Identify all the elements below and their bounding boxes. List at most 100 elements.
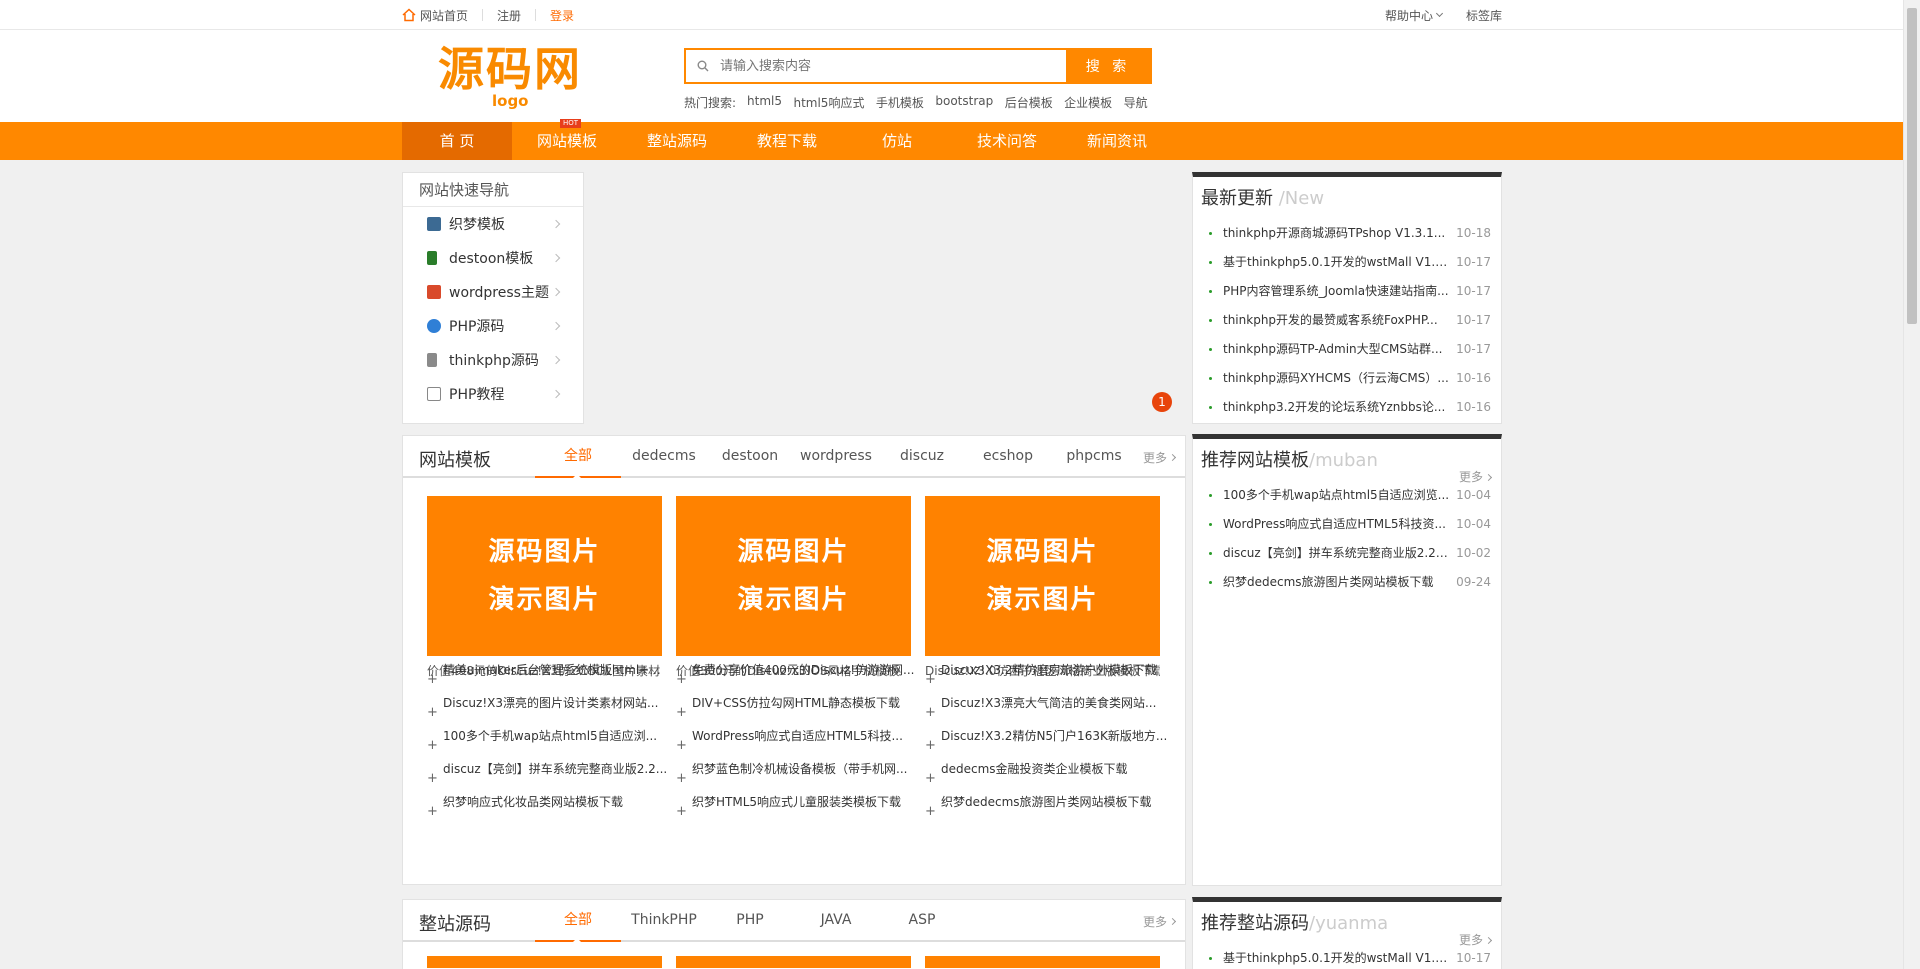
tags-link[interactable]: 标签库 xyxy=(1466,7,1502,24)
list-item[interactable]: 免费分享价值400元的Discuz!仿游游网... xyxy=(676,663,915,677)
tab-discuz[interactable]: discuz xyxy=(879,436,965,478)
hot-search-link[interactable]: 导航 xyxy=(1124,94,1148,111)
list-item[interactable]: 基于thinkphp5.0.1开发的wstMall V1.7.... 10-17 xyxy=(1193,944,1501,969)
slider-page-badge[interactable]: 1 xyxy=(1152,392,1172,412)
tab-asp[interactable]: ASP xyxy=(879,900,965,942)
nav-item-home[interactable]: 首 页 xyxy=(402,122,512,160)
template-image: 源码图片 演示图片 xyxy=(925,496,1160,656)
tab-php[interactable]: PHP xyxy=(707,900,793,942)
list-item[interactable]: thinkphp源码XYHCMS（行云海CMS）... 10-16 xyxy=(1193,364,1501,393)
quick-nav-item[interactable]: destoon模板 xyxy=(403,241,583,275)
tab-dedecms[interactable]: dedecms xyxy=(621,436,707,478)
list-item[interactable]: 织梦响应式化妆品类网站模板下载 xyxy=(427,795,623,809)
hot-search-link[interactable]: bootstrap xyxy=(935,94,993,111)
list-item[interactable]: 织梦dedecms旅游图片类网站模板下载 xyxy=(925,795,1152,809)
help-center-menu[interactable]: 帮助中心 xyxy=(1385,7,1444,24)
thumb-text-line1: 源码图片 xyxy=(488,537,601,567)
item-date: 10-18 xyxy=(1456,226,1491,240)
tab-destoon[interactable]: destoon xyxy=(707,436,793,478)
source-image[interactable] xyxy=(925,956,1160,968)
item-title: 100多个手机wap站点html5自适应浏览... xyxy=(1223,488,1450,502)
quick-nav-item[interactable]: wordpress主题 xyxy=(403,275,583,309)
list-item[interactable]: PHP内容管理系统_Joomla快速建站指南... 10-17 xyxy=(1193,277,1501,306)
tab-ecshop[interactable]: ecshop xyxy=(965,436,1051,478)
nav-item-news[interactable]: 新闻资讯 xyxy=(1062,122,1172,160)
hot-search-link[interactable]: 手机模板 xyxy=(876,94,924,111)
nav-item-label: 网站模板 xyxy=(536,132,597,150)
quick-nav-item[interactable]: thinkphp源码 xyxy=(403,343,583,377)
nav-item-source[interactable]: 整站源码 xyxy=(622,122,732,160)
scrollbar-thumb[interactable] xyxy=(1907,8,1917,324)
nav-item-qa[interactable]: 技术问答 xyxy=(952,122,1062,160)
list-item[interactable]: 织梦dedecms旅游图片类网站模板下载 09-24 xyxy=(1193,568,1501,597)
hot-search-label: 热门搜索: xyxy=(684,96,737,110)
list-item[interactable]: 织梦蓝色制冷机械设备模板（带手机网... xyxy=(676,762,907,776)
hot-search-link[interactable]: html5 xyxy=(747,94,782,111)
hot-search-link[interactable]: 后台模板 xyxy=(1005,94,1053,111)
recommended-templates-panel: 推荐网站模板/muban 更多 100多个手机wap站点html5自适应浏览..… xyxy=(1192,434,1502,886)
more-label: 更多 xyxy=(1142,915,1167,929)
home-icon xyxy=(402,8,416,22)
list-item[interactable]: 100多个手机wap站点html5自适应浏览... 10-04 xyxy=(1193,481,1501,510)
nav-item-clone[interactable]: 仿站 xyxy=(842,122,952,160)
list-item[interactable]: thinkphp3.2开发的论坛系统Yznbbs论... 10-16 xyxy=(1193,393,1501,422)
nav-item-templates[interactable]: 网站模板 HOT xyxy=(512,119,622,160)
search-input[interactable] xyxy=(720,50,1066,82)
quick-nav-label: destoon模板 xyxy=(449,251,534,267)
list-item[interactable]: 100多个手机wap站点html5自适应浏... xyxy=(427,729,657,743)
template-list: 精美uimaker后台管理系统模版html+... Discuz!X3漂亮的图片… xyxy=(427,654,667,819)
panel-title-text: 最新更新 xyxy=(1201,188,1273,209)
nav-item-tutorials[interactable]: 教程下载 xyxy=(732,122,842,160)
list-item[interactable]: discuz【亮剑】拼车系统完整商业版2.2.... 10-02 xyxy=(1193,539,1501,568)
source-image[interactable] xyxy=(676,956,911,968)
quick-nav-item[interactable]: 织梦模板 xyxy=(403,207,583,241)
site-logo[interactable]: 源码网 logo xyxy=(438,42,588,112)
tab-thinkphp[interactable]: ThinkPHP xyxy=(621,900,707,942)
list-item[interactable]: Discuz!X3.2精仿N5门户163K新版地方... xyxy=(925,729,1167,743)
item-title: discuz【亮剑】拼车系统完整商业版2.2.... xyxy=(1223,546,1451,560)
item-date: 10-04 xyxy=(1456,488,1491,502)
thumb-text-line2: 演示图片 xyxy=(488,585,601,615)
more-link[interactable]: 更多 xyxy=(1142,913,1177,930)
list-item[interactable]: 基于thinkphp5.0.1开发的wstMall V1.7.... 10-17 xyxy=(1193,248,1501,277)
item-date: 10-17 xyxy=(1456,342,1491,356)
list-item[interactable]: discuz【亮剑】拼车系统完整商业版2.2... xyxy=(427,762,667,776)
list-item[interactable]: 精美uimaker后台管理系统模版html+... xyxy=(427,663,661,677)
list-item[interactable]: Discuz!X3漂亮大气简洁的美食类网站... xyxy=(925,696,1156,710)
list-item[interactable]: thinkphp源码TP-Admin大型CMS站群... 10-17 xyxy=(1193,335,1501,364)
source-image[interactable] xyxy=(427,956,662,968)
tab-wordpress[interactable]: wordpress xyxy=(793,436,879,478)
quick-nav-item[interactable]: PHP源码 xyxy=(403,309,583,343)
monitor-icon xyxy=(427,217,441,231)
tab-java[interactable]: JAVA xyxy=(793,900,879,942)
chevron-right-icon xyxy=(551,355,561,365)
list-item[interactable]: WordPress响应式自适应HTML5科技资... 10-04 xyxy=(1193,510,1501,539)
thumb-text-line1: 源码图片 xyxy=(737,537,850,567)
brush-icon xyxy=(427,353,437,367)
template-card[interactable]: 源码图片 演示图片 价值300元的Discuz!X3IOS风格手机模板 xyxy=(676,496,911,679)
register-link[interactable]: 注册 xyxy=(497,7,521,24)
list-item[interactable]: Discuz!X3漂亮的图片设计类素材网站... xyxy=(427,696,658,710)
template-card[interactable]: 源码图片 演示图片 Discuz!X3.0仿西子社区风格商业版模板下载 xyxy=(925,496,1160,679)
tab-phpcms[interactable]: phpcms xyxy=(1051,436,1137,478)
tab-all[interactable]: 全部 xyxy=(535,900,621,942)
hot-search-link[interactable]: 企业模板 xyxy=(1064,94,1112,111)
search-button[interactable]: 搜 索 xyxy=(1066,50,1150,82)
list-item[interactable]: 织梦HTML5响应式儿童服装类模板下载 xyxy=(676,795,901,809)
item-date: 10-16 xyxy=(1456,400,1491,414)
login-link[interactable]: 登录 xyxy=(550,7,574,24)
hot-search-link[interactable]: html5响应式 xyxy=(793,94,864,111)
more-link[interactable]: 更多 xyxy=(1143,449,1177,466)
list-item[interactable]: thinkphp开源商城源码TPshop V1.3.1... 10-18 xyxy=(1193,219,1501,248)
list-item[interactable]: thinkphp开发的最赞威客系统FoxPHP... 10-17 xyxy=(1193,306,1501,335)
vertical-scrollbar[interactable] xyxy=(1903,0,1920,969)
list-item[interactable]: DIV+CSS仿拉勾网HTML静态模板下载 xyxy=(676,696,900,710)
list-item[interactable]: WordPress响应式自适应HTML5科技... xyxy=(676,729,903,743)
chevron-right-icon xyxy=(551,253,561,263)
tab-all[interactable]: 全部 xyxy=(535,436,621,478)
home-link[interactable]: 网站首页 xyxy=(420,7,468,24)
list-item[interactable]: Discuz!X3.2精仿磨房旅游户外模板下载 xyxy=(925,663,1156,677)
list-item[interactable]: dedecms金融投资类企业模板下载 xyxy=(925,762,1128,776)
template-card[interactable]: 源码图片 演示图片 价值498元的Discuz!X3仿ZCOOL图片素材 xyxy=(427,496,662,679)
quick-nav-item[interactable]: PHP教程 xyxy=(403,377,583,411)
